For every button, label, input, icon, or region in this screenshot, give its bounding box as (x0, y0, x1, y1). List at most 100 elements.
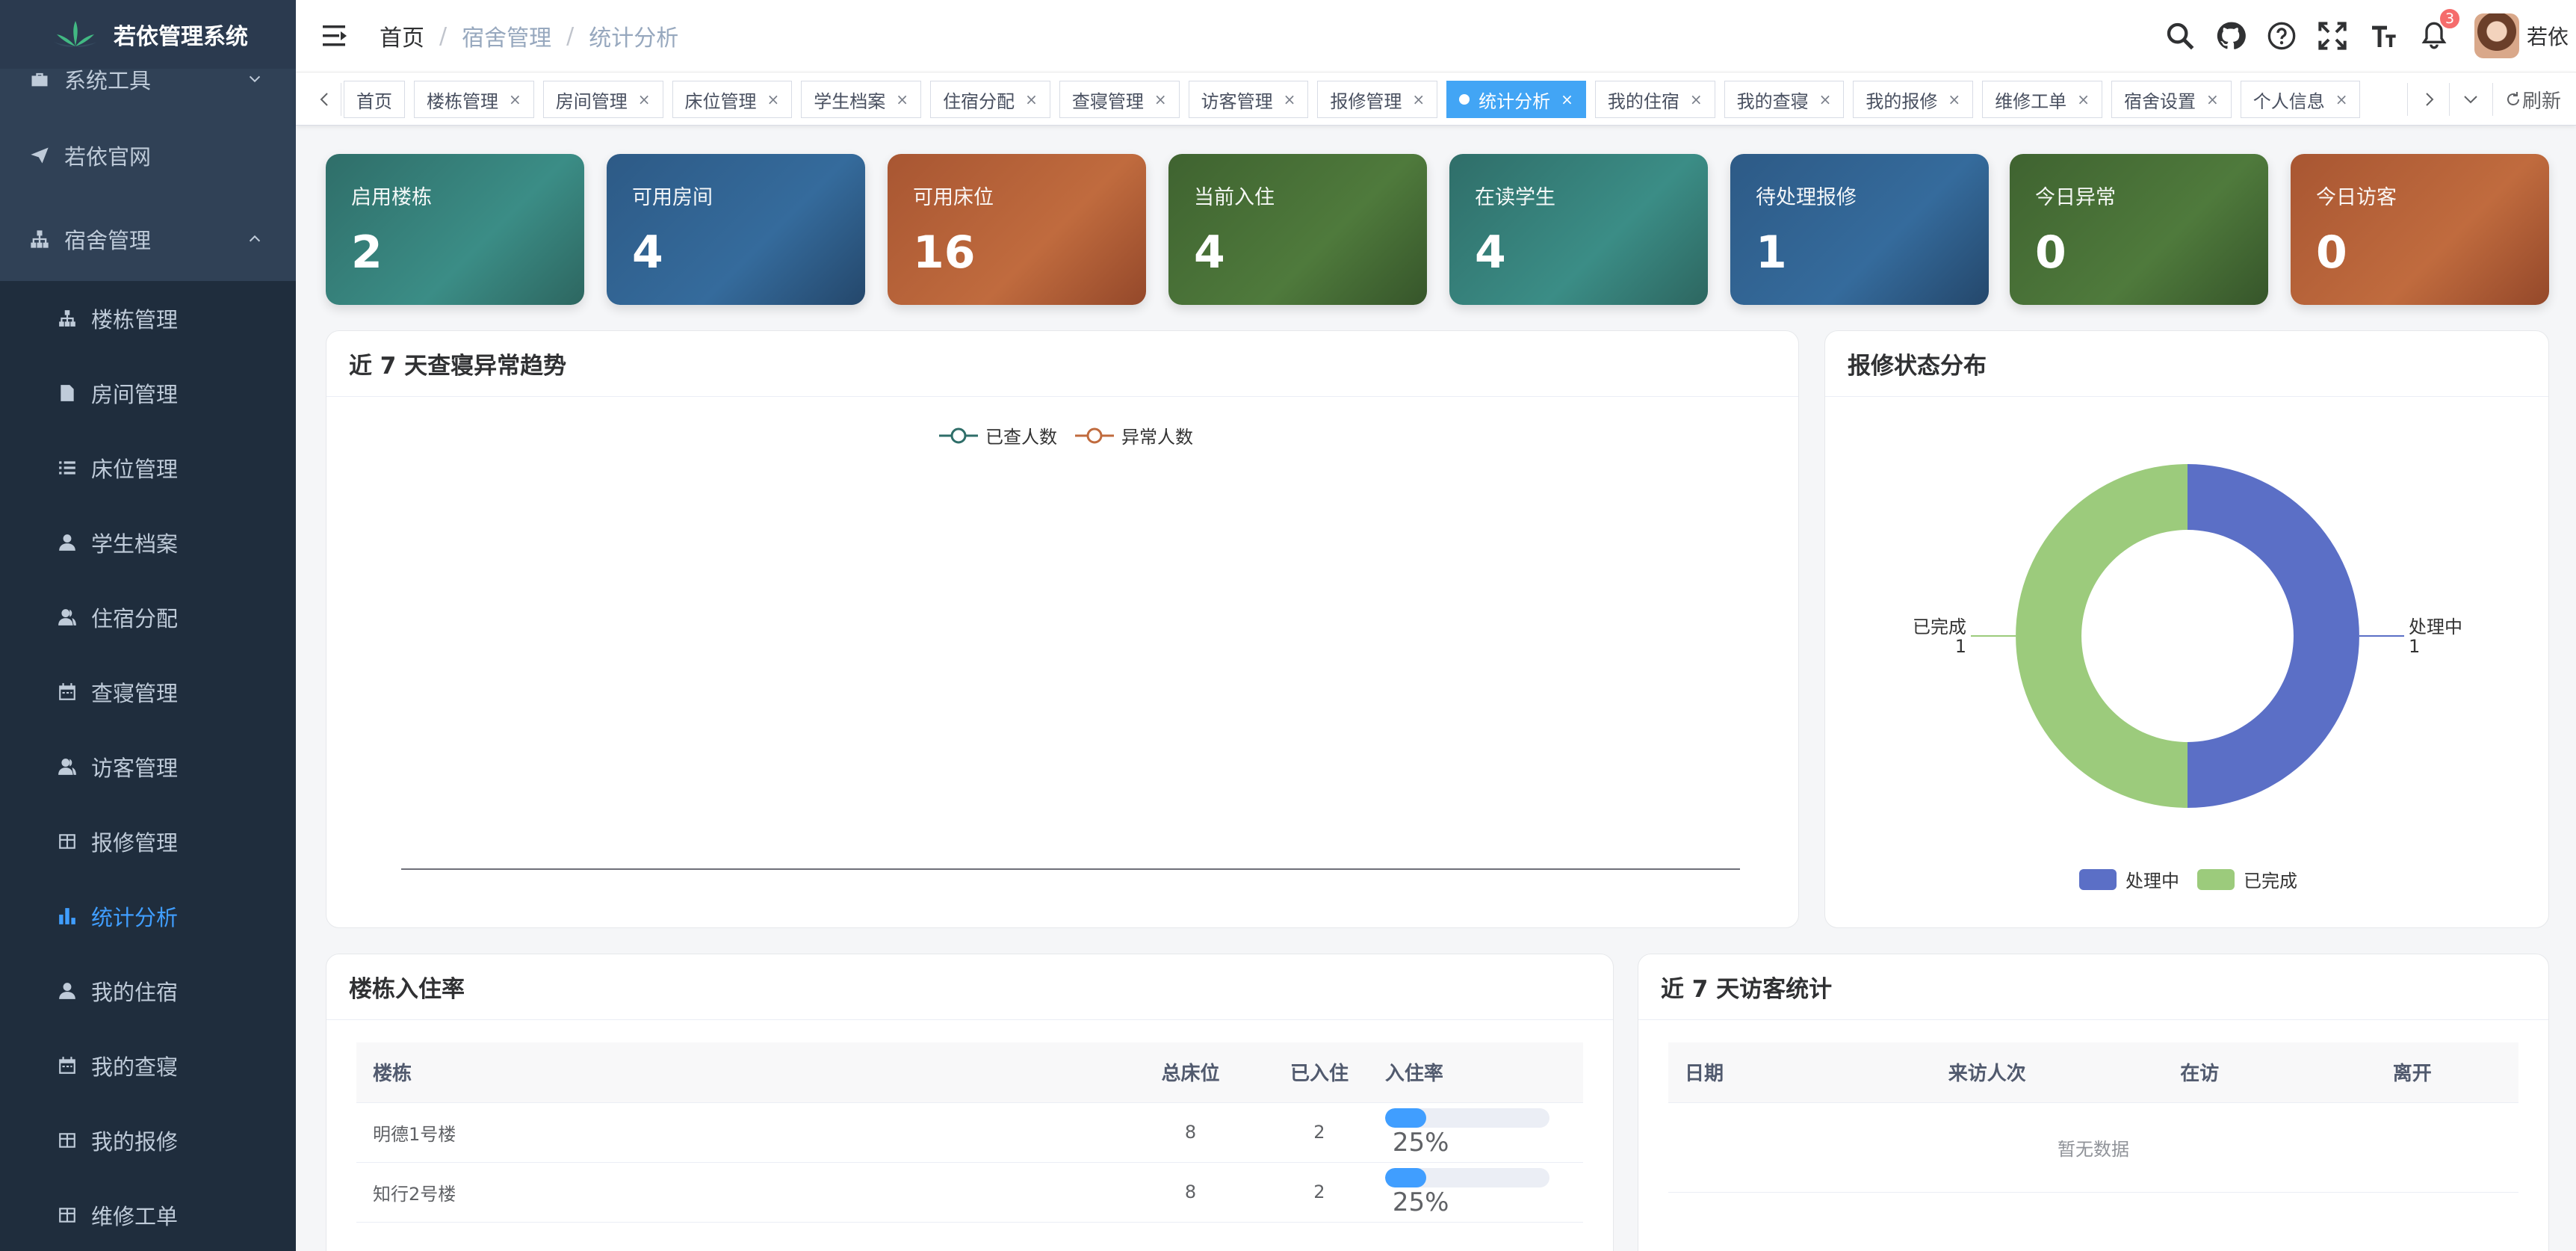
tab-item[interactable]: 住宿分配 × (930, 81, 1050, 118)
close-icon[interactable]: × (1690, 90, 1703, 108)
pie-label-name: 已完成 (1913, 617, 1966, 637)
stat-label: 当前入住 (1194, 186, 1275, 209)
close-icon[interactable]: × (1412, 90, 1425, 108)
refresh-icon (2507, 92, 2519, 105)
tab-item[interactable]: 我的报修 × (1853, 81, 1974, 118)
sidebar-item-rooms[interactable]: 房间管理 (0, 356, 296, 430)
tab-item[interactable]: 我的住宿 × (1594, 81, 1715, 118)
stat-card-visitors: 今日访客 0 (2291, 154, 2549, 305)
github-icon[interactable] (2214, 19, 2247, 52)
close-icon[interactable]: × (2335, 90, 2348, 108)
sidebar-item-inspection[interactable]: 查寝管理 (0, 655, 296, 729)
fullscreen-icon[interactable] (2316, 19, 2349, 52)
stat-label: 在读学生 (1475, 186, 1555, 209)
cell-occupied: 2 (1264, 1162, 1375, 1223)
chevron-up-icon (249, 235, 261, 242)
refresh-button[interactable]: 刷新 (2504, 72, 2561, 126)
peoples-icon (55, 606, 79, 628)
close-icon[interactable]: × (2077, 90, 2090, 108)
hamburger-icon[interactable] (321, 22, 351, 49)
logo[interactable]: 若依管理系统 (0, 0, 296, 69)
close-icon[interactable]: × (1948, 90, 1960, 108)
legend-item-done[interactable]: 已完成 (2197, 866, 2297, 892)
sidebar-item-ruoyi-site[interactable]: 若依官网 (0, 114, 296, 197)
tab-item[interactable]: 学生档案 × (801, 81, 922, 118)
divider (2449, 83, 2450, 116)
pie-slice-1[interactable] (2016, 464, 2188, 808)
dorm-submenu: 楼栋管理 房间管理 床位管理 学生档案 住宿分配 查寝管理 访客管理 报修管理 … (0, 281, 296, 1251)
rate-label: 25% (1392, 1128, 1449, 1158)
sidebar-item-label: 统计分析 (91, 905, 179, 930)
avatar[interactable] (2474, 13, 2519, 58)
tab-item[interactable]: 我的查寝 × (1724, 81, 1845, 118)
sidebar-item-label: 学生档案 (91, 531, 179, 557)
sidebar-item-label: 住宿分配 (91, 606, 179, 631)
close-icon[interactable]: × (1819, 90, 1832, 108)
font-size-icon[interactable] (2367, 19, 2400, 52)
sidebar-item-work-orders[interactable]: 维修工单 (0, 1178, 296, 1251)
cell-rate: 25% (1374, 1102, 1583, 1163)
sidebar-item-beds[interactable]: 床位管理 (0, 430, 296, 505)
tab-item[interactable]: 维修工单 × (1982, 81, 2102, 118)
close-icon[interactable]: × (896, 90, 908, 108)
sidebar-item-repairs[interactable]: 报修管理 (0, 804, 296, 879)
chevron-down-icon (249, 75, 261, 83)
calendar-icon (55, 681, 79, 703)
tags-view: 首页 楼栋管理 × 房间管理 × 床位管理 × 学生档案 × 住宿分配 × 查寝管理 × 访客管理 × 报修管… (296, 72, 2576, 126)
tab-item[interactable]: 首页 (344, 81, 405, 118)
stat-value: 4 (632, 226, 663, 279)
tab-label: 学生档案 (814, 90, 886, 112)
breadcrumb: 首页 / 宿舍管理 / 统计分析 (380, 19, 678, 52)
sidebar-item-label: 我的住宿 (91, 980, 179, 1005)
repair-pie-chart: 处理中1已完成1 (1913, 464, 2462, 808)
legend-label: 已完成 (2244, 871, 2297, 892)
tab-item[interactable]: 房间管理 × (542, 81, 663, 118)
tab-item[interactable]: 访客管理 × (1188, 81, 1309, 118)
tab-item[interactable]: 个人信息 × (2240, 81, 2361, 118)
close-icon[interactable]: × (767, 90, 780, 108)
repair-title: 报修状态分布 (1825, 331, 2548, 397)
tab-item[interactable]: 楼栋管理 × (414, 81, 534, 118)
tab-item[interactable]: 宿舍设置 × (2111, 81, 2232, 118)
chart-icon (55, 905, 79, 927)
stat-card-buildings: 启用楼栋 2 (326, 154, 584, 305)
tab-item[interactable]: 查寝管理 × (1059, 81, 1180, 118)
tab-active[interactable]: 统计分析 × (1446, 81, 1586, 118)
close-icon[interactable]: × (2206, 90, 2219, 108)
document-icon (55, 382, 79, 404)
bell-icon[interactable]: 3 (2418, 7, 2461, 52)
sidebar-item-my-repairs[interactable]: 我的报修 (0, 1103, 296, 1178)
stat-label: 可用房间 (632, 186, 713, 209)
sidebar-item-statistics[interactable]: 统计分析 (0, 879, 296, 954)
tab-item[interactable]: 报修管理 × (1317, 81, 1438, 118)
breadcrumb-separator: / (439, 22, 448, 49)
sidebar-item-dorm-management[interactable]: 宿舍管理 (0, 197, 296, 281)
close-icon[interactable]: × (1154, 90, 1167, 108)
tags-scroll-left-icon[interactable] (306, 72, 344, 126)
sidebar-item-students[interactable]: 学生档案 (0, 505, 296, 580)
help-icon[interactable] (2265, 19, 2298, 52)
sidebar-item-visitors[interactable]: 访客管理 (0, 729, 296, 804)
navbar: 首页 / 宿舍管理 / 统计分析 3 若依 (296, 0, 2576, 72)
sidebar-item-allocation[interactable]: 住宿分配 (0, 580, 296, 655)
stat-value: 1 (1756, 226, 1787, 279)
tags-dropdown-icon[interactable] (2452, 72, 2489, 126)
sidebar-item-my-inspection[interactable]: 我的查寝 (0, 1028, 296, 1103)
close-icon[interactable]: × (1025, 90, 1038, 108)
tab-item[interactable]: 床位管理 × (672, 81, 793, 118)
pie-slice-0[interactable] (2188, 464, 2359, 808)
search-icon[interactable] (2164, 19, 2196, 52)
legend-item-processing[interactable]: 处理中 (2079, 866, 2179, 892)
close-icon[interactable]: × (638, 90, 651, 108)
sidebar-item-my-dorm[interactable]: 我的住宿 (0, 954, 296, 1028)
notification-badge: 3 (2438, 7, 2461, 30)
tags-scroll-right-icon[interactable] (2410, 72, 2447, 126)
close-icon[interactable]: × (1561, 90, 1573, 108)
username[interactable]: 若依 (2527, 21, 2569, 51)
occupancy-table: 楼栋 总床位 已入住 入住率 明德1号楼 8 2 25% 知行2号楼 8 2 2… (356, 1042, 1583, 1223)
close-icon[interactable]: × (1284, 90, 1296, 108)
legend-swatch (2079, 868, 2117, 890)
breadcrumb-home[interactable]: 首页 (380, 19, 424, 52)
close-icon[interactable]: × (509, 90, 521, 108)
sidebar-item-buildings[interactable]: 楼栋管理 (0, 281, 296, 356)
